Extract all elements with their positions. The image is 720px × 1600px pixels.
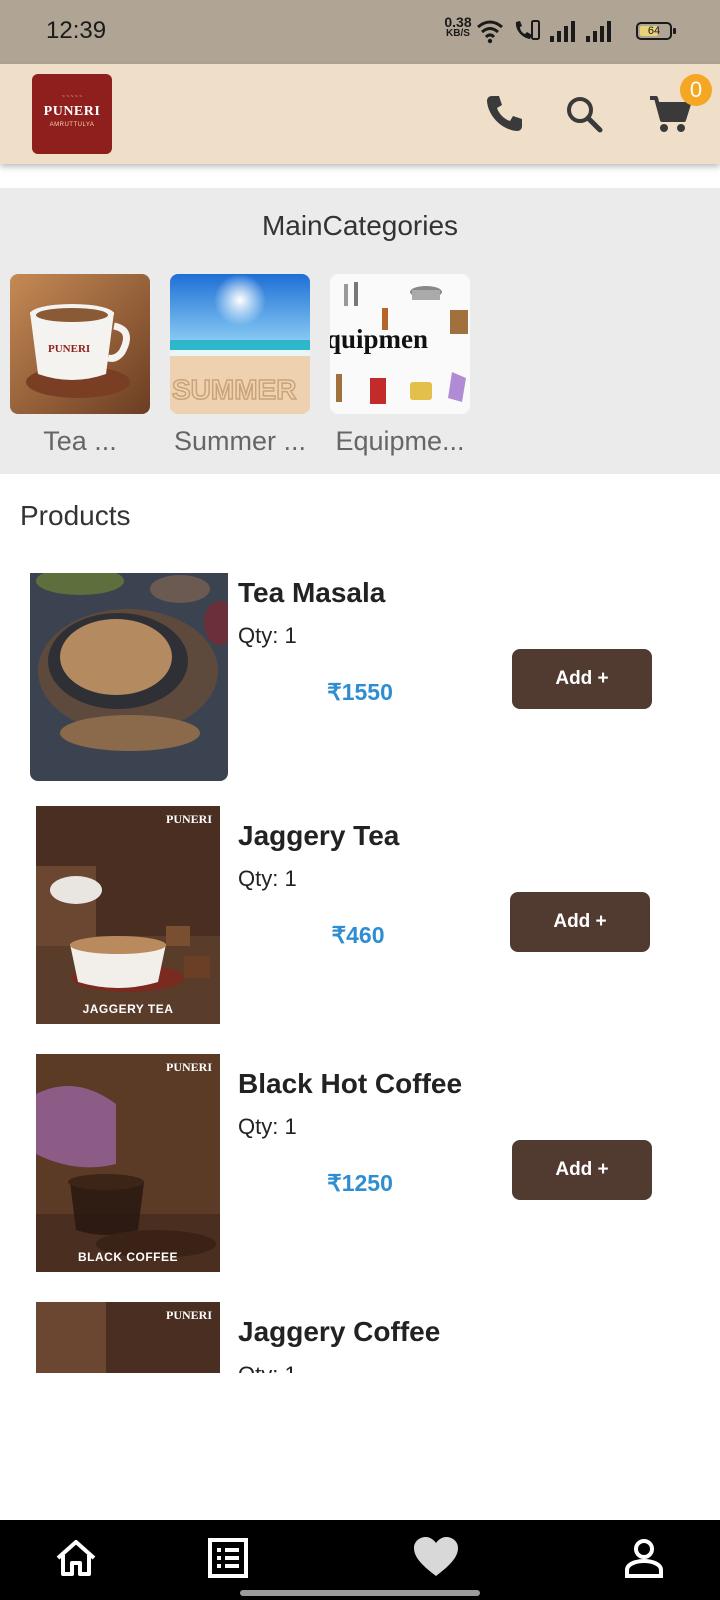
logo-brand-text: PUNERI [43, 104, 101, 119]
product-image[interactable] [30, 573, 228, 781]
product-qty: Qty: 1 [238, 1362, 297, 1373]
bottom-navigation [0, 1520, 720, 1600]
signal-2-icon [586, 21, 611, 42]
product-image-caption: JAGGERY TEA [82, 1002, 174, 1016]
signal-1-icon [550, 21, 575, 42]
brand-logo[interactable]: ~ ~ ~ ~ ~ PUNERI AMRUTTULYA [32, 74, 112, 154]
product-image[interactable]: PUNERI BLACK COFFEE [36, 1054, 220, 1272]
category-label: Summer ... [173, 426, 307, 456]
cart-count-badge[interactable]: 0 [680, 74, 712, 106]
product-name: Jaggery Tea [238, 820, 400, 851]
network-speed: 0.38 KB/S [440, 14, 476, 40]
product-name: Tea Masala [238, 577, 386, 608]
status-time: 12:39 [46, 17, 107, 44]
product-image[interactable]: PUNERI JAGGERY TEA [36, 806, 220, 1024]
svg-text:PUNERI: PUNERI [48, 343, 90, 355]
product-item[interactable]: PUNERI Jaggery Coffee Qty: 1 [0, 1302, 720, 1373]
product-name: Black Hot Coffee [238, 1068, 463, 1099]
categories-title: MainCategories [261, 210, 459, 241]
category-thumb-tea: PUNERI [10, 274, 150, 414]
profile-icon[interactable] [620, 1534, 668, 1582]
category-item-equipment[interactable]: quipmen Equipme... [330, 274, 470, 457]
volte-call-icon [515, 20, 540, 40]
product-list[interactable]: Tea Masala Qty: 1 ₹1550 Add + PUNERI JAG… [0, 573, 720, 1373]
svg-text:quipmen: quipmen [330, 324, 428, 354]
battery-level: 64 [647, 25, 661, 37]
category-item-summer[interactable]: SUMMER Summer ... [170, 274, 310, 457]
battery-icon: 64 [636, 22, 676, 40]
network-speed-value: 0.38 [444, 14, 472, 30]
add-to-cart-button[interactable]: Add + [512, 649, 652, 709]
main-categories-section: MainCategories PUNERI Tea ... SUMMER Sum… [0, 188, 720, 474]
category-label: Equipme... [335, 426, 465, 456]
home-icon[interactable] [52, 1534, 100, 1582]
list-icon[interactable] [204, 1534, 252, 1582]
category-label: Tea ... [43, 426, 117, 456]
product-name: Jaggery Coffee [238, 1316, 441, 1347]
category-thumb-summer: SUMMER [170, 274, 310, 414]
product-price: ₹460 [331, 922, 385, 948]
status-bar: 12:39 0.38 KB/S 64 [0, 0, 720, 64]
wifi-icon [477, 20, 503, 44]
product-price: ₹1250 [327, 1170, 393, 1196]
products-title: Products [20, 500, 131, 531]
product-image-caption: BLACK COFFEE [78, 1250, 178, 1264]
phone-icon[interactable] [480, 90, 528, 138]
heart-icon[interactable] [412, 1534, 460, 1582]
svg-text:SUMMER: SUMMER [172, 374, 296, 405]
product-image[interactable]: PUNERI [36, 1302, 220, 1373]
product-qty: Qty: 1 [238, 1114, 297, 1139]
product-image-brand: PUNERI [165, 812, 212, 826]
product-qty: Qty: 1 [238, 623, 297, 648]
product-image-brand: PUNERI [165, 1308, 212, 1322]
add-to-cart-button[interactable]: Add + [512, 1140, 652, 1200]
logo-sub-text: AMRUTTULYA [49, 122, 95, 128]
app-bar: ~ ~ ~ ~ ~ PUNERI AMRUTTULYA [0, 64, 720, 164]
add-to-cart-button[interactable]: Add + [510, 892, 650, 952]
gesture-home-indicator[interactable] [240, 1590, 480, 1596]
product-price: ₹1550 [327, 679, 393, 705]
search-icon[interactable] [560, 90, 608, 138]
category-thumb-equipment: quipmen [330, 274, 470, 414]
category-item-tea[interactable]: PUNERI Tea ... [10, 274, 150, 457]
product-qty: Qty: 1 [238, 866, 297, 891]
product-item[interactable]: Tea Masala Qty: 1 ₹1550 Add + [0, 573, 720, 801]
product-item[interactable]: PUNERI JAGGERY TEA Jaggery Tea Qty: 1 ₹4… [0, 806, 720, 1044]
product-image-brand: PUNERI [165, 1060, 212, 1074]
product-item[interactable]: PUNERI BLACK COFFEE Black Hot Coffee Qty… [0, 1054, 720, 1292]
